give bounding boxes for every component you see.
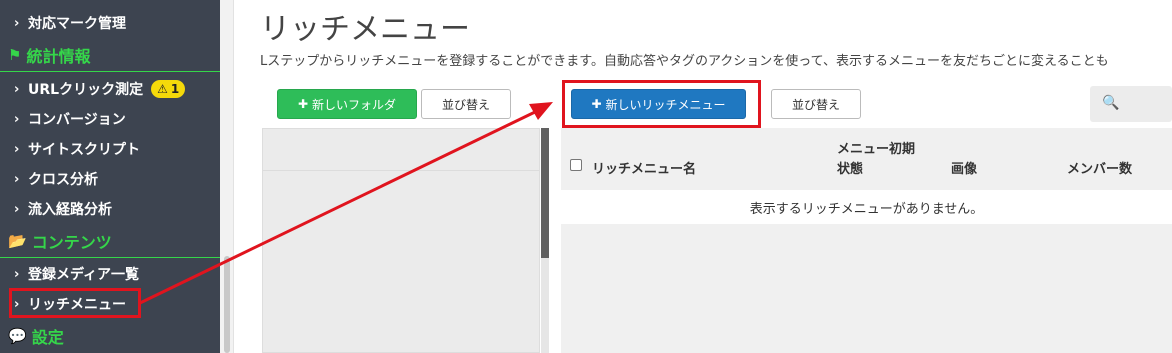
chevron-right-icon: › bbox=[14, 15, 20, 31]
highlight-box-button bbox=[562, 80, 761, 128]
chevron-right-icon: › bbox=[14, 201, 20, 217]
column-header-initial: メニュー初期 bbox=[837, 142, 916, 157]
folder-scrollbar[interactable] bbox=[541, 128, 549, 258]
sidebar-item-label: コンバージョン bbox=[28, 112, 126, 128]
search-icon: 🔍 bbox=[1102, 95, 1120, 111]
sidebar-item-label: サイトスクリプト bbox=[28, 142, 140, 158]
chevron-right-icon: › bbox=[14, 266, 20, 282]
warning-icon: ⚠ bbox=[157, 82, 168, 96]
new-folder-label: 新しいフォルダ bbox=[312, 97, 397, 112]
chevron-right-icon: › bbox=[14, 171, 20, 187]
sort-folders-button[interactable]: 並び替え bbox=[421, 89, 511, 119]
sidebar-item-label: 対応マーク管理 bbox=[28, 16, 126, 32]
sidebar-section-label: コンテンツ bbox=[31, 232, 112, 252]
column-header-status[interactable]: 状態 bbox=[837, 158, 863, 177]
page-title: リッチメニュー bbox=[260, 12, 470, 47]
sidebar-item-conversion[interactable]: › コンバージョン bbox=[0, 104, 220, 134]
sidebar-item-url-click[interactable]: › URLクリック測定 ⚠ 1 bbox=[0, 74, 220, 104]
search-input[interactable]: 🔍 bbox=[1090, 86, 1172, 122]
flag-icon: ⚑ bbox=[8, 45, 22, 64]
sidebar-section-settings[interactable]: 💬 設定 bbox=[0, 319, 220, 353]
sidebar-item-response-marks[interactable]: › 対応マーク管理 bbox=[0, 8, 220, 38]
empty-table-message: 表示するリッチメニューがありません。 bbox=[561, 190, 1172, 224]
sidebar-scrollbar[interactable] bbox=[224, 256, 230, 353]
sidebar-item-label: 登録メディア一覧 bbox=[28, 267, 140, 283]
column-header-image[interactable]: 画像 bbox=[951, 158, 977, 177]
chat-icon: 💬 bbox=[8, 327, 27, 345]
sidebar-item-media-list[interactable]: › 登録メディア一覧 bbox=[0, 259, 220, 289]
plus-icon: ✚ bbox=[297, 97, 309, 111]
warning-count: 1 bbox=[170, 82, 180, 96]
arrow-head bbox=[529, 102, 553, 120]
chevron-right-icon: › bbox=[14, 141, 20, 157]
warning-badge: ⚠ 1 bbox=[151, 80, 186, 98]
chevron-right-icon: › bbox=[14, 111, 20, 127]
sidebar-item-site-script[interactable]: › サイトスクリプト bbox=[0, 134, 220, 164]
folder-open-icon: 📂 bbox=[8, 231, 27, 250]
select-all-checkbox[interactable] bbox=[570, 159, 582, 171]
sidebar-item-label: 流入経路分析 bbox=[28, 202, 112, 218]
column-header-name[interactable]: リッチメニュー名 bbox=[592, 158, 696, 177]
sidebar-section-label: 統計情報 bbox=[26, 46, 91, 66]
sidebar-item-label: クロス分析 bbox=[28, 172, 98, 188]
sort-menus-button[interactable]: 並び替え bbox=[771, 89, 861, 119]
page-description: Lステップからリッチメニューを登録することができます。自動応答やタグのアクション… bbox=[260, 54, 1109, 69]
sidebar-section-contents[interactable]: 📂 コンテンツ bbox=[0, 224, 220, 258]
sidebar-item-label: URLクリック測定 bbox=[28, 82, 144, 98]
highlight-box-sidebar bbox=[9, 288, 141, 318]
sidebar-section-statistics[interactable]: ⚑ 統計情報 bbox=[0, 38, 220, 72]
folder-list-row[interactable] bbox=[263, 129, 539, 171]
column-header-members[interactable]: メンバー数 bbox=[1067, 158, 1132, 177]
sidebar-item-inflow-analysis[interactable]: › 流入経路分析 bbox=[0, 194, 220, 224]
sidebar-section-label: 設定 bbox=[31, 328, 64, 347]
folder-panel bbox=[262, 128, 540, 353]
new-folder-button[interactable]: ✚ 新しいフォルダ bbox=[277, 89, 417, 119]
sidebar-item-cross-analysis[interactable]: › クロス分析 bbox=[0, 164, 220, 194]
chevron-right-icon: › bbox=[14, 81, 20, 97]
